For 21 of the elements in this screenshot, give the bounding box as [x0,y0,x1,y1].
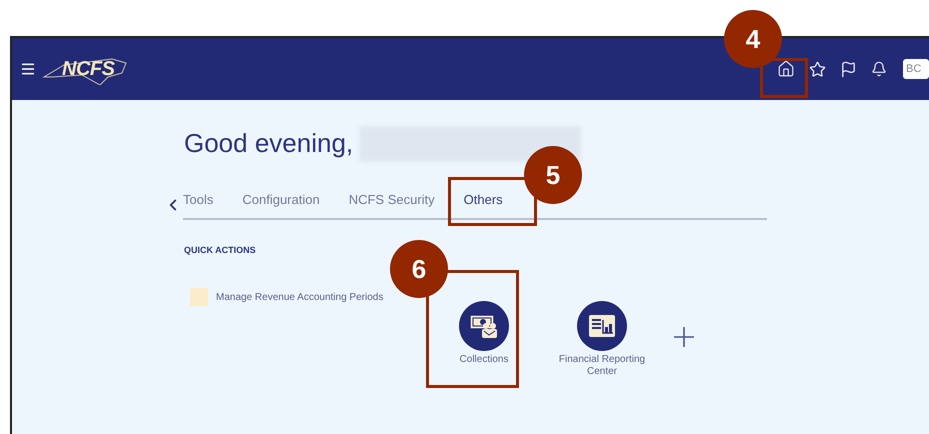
app-label[interactable]: Financial Reporting Center [554,354,650,378]
report-icon [588,314,616,338]
greeting: Good evening, [184,127,354,160]
flag-icon[interactable] [840,60,857,78]
app-tile-button[interactable] [577,301,627,351]
favorites-icon[interactable] [809,60,826,78]
user-avatar[interactable]: BC [903,59,929,79]
step-number: 4 [724,10,782,68]
section-title: QUICK ACTIONS [184,244,257,257]
money-people-icon [469,313,499,339]
tab[interactable]: Others [464,190,503,210]
quick-action-link[interactable]: Manage Revenue Accounting Periods [216,290,384,304]
app-label[interactable]: Collections [460,354,508,366]
app-tile-button[interactable] [459,301,509,351]
tab[interactable]: Configuration [242,190,320,210]
tab[interactable]: NCFS Security [348,190,435,210]
notifications-icon[interactable] [871,61,887,77]
calendar-icon [190,288,208,306]
home-icon[interactable] [777,60,795,78]
tab[interactable]: Tools [183,190,214,210]
menu-icon[interactable] [20,61,36,77]
